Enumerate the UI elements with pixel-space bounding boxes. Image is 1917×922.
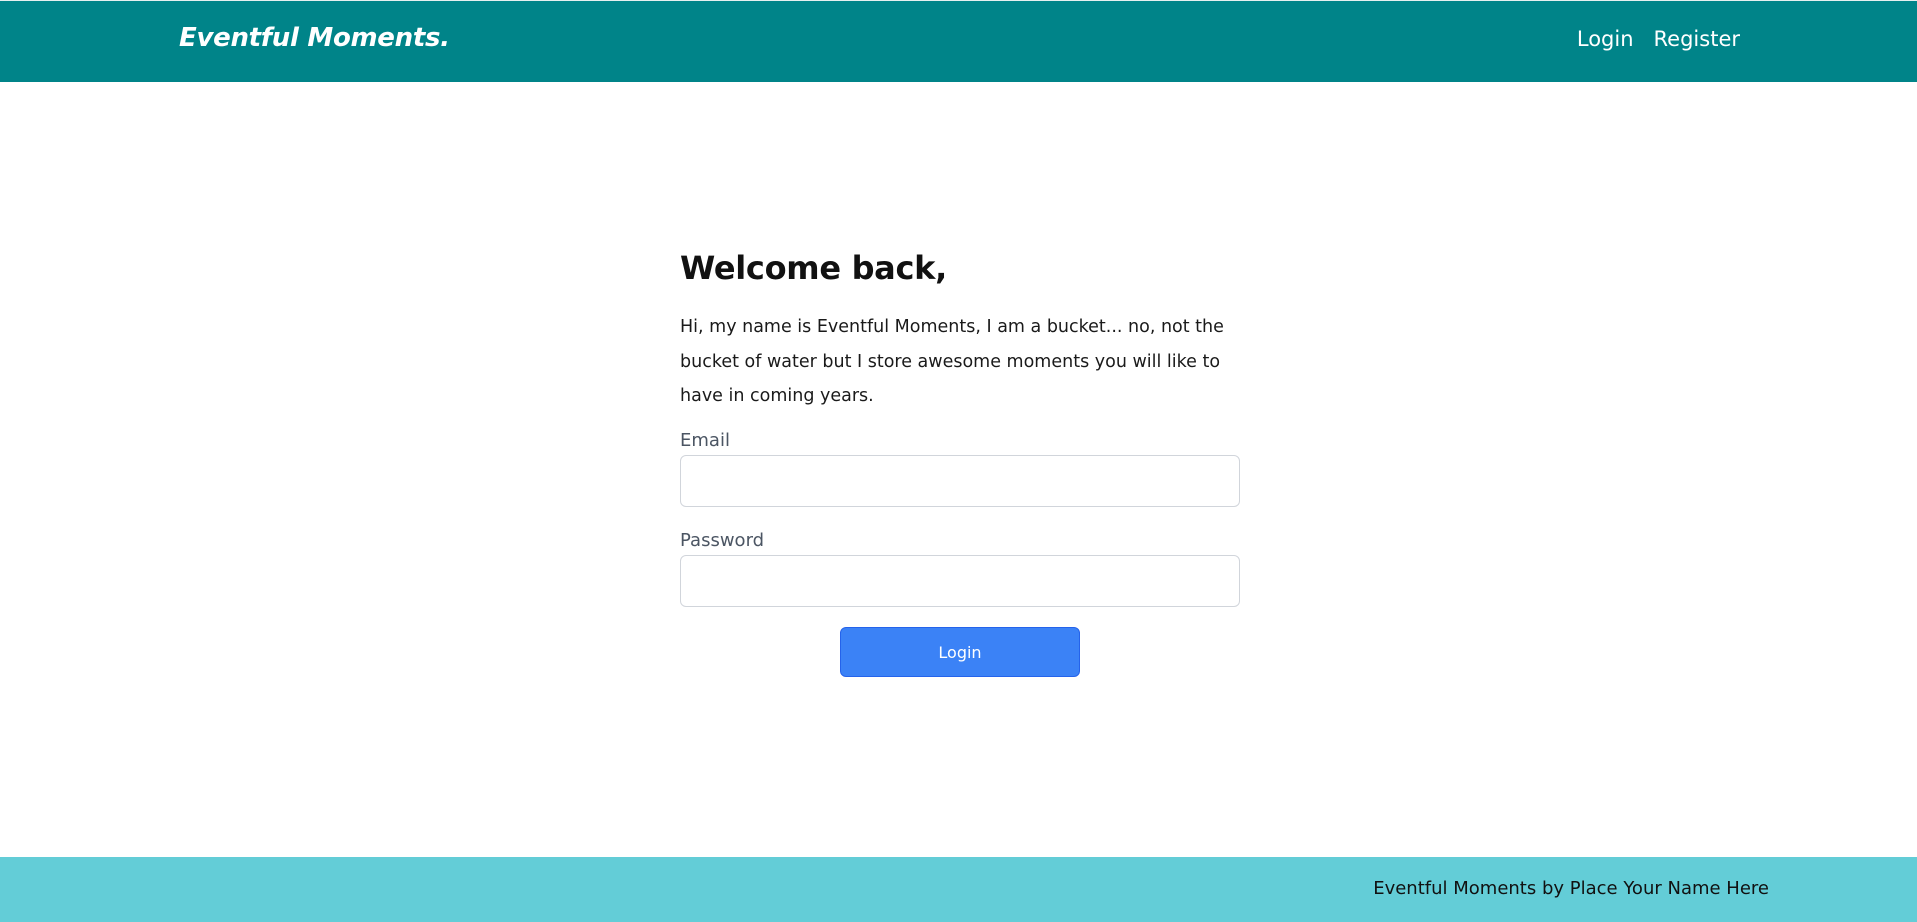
- nav-register-link[interactable]: Register: [1654, 27, 1740, 51]
- nav-links: Login Register: [1577, 27, 1740, 51]
- nav-login-link[interactable]: Login: [1577, 27, 1634, 51]
- footer-text: Eventful Moments by Place Your Name Here: [1373, 878, 1769, 899]
- email-input[interactable]: [680, 455, 1240, 508]
- login-section: Welcome back, Hi, my name is Eventful Mo…: [680, 246, 1240, 678]
- page-title: Welcome back,: [680, 249, 947, 287]
- password-label: Password: [680, 530, 765, 552]
- intro-text: Hi, my name is Eventful Moments, I am a …: [680, 317, 1224, 407]
- button-row: Login: [680, 627, 1240, 678]
- brand-logo[interactable]: Eventful Moments.: [179, 23, 450, 53]
- login-form: Email Password Login: [680, 429, 1240, 678]
- navbar: Eventful Moments. Login Register: [0, 0, 1917, 82]
- footer: Eventful Moments by Place Your Name Here: [0, 857, 1917, 922]
- login-button[interactable]: Login: [840, 627, 1080, 678]
- email-label: Email: [680, 430, 730, 452]
- password-input[interactable]: [680, 555, 1240, 608]
